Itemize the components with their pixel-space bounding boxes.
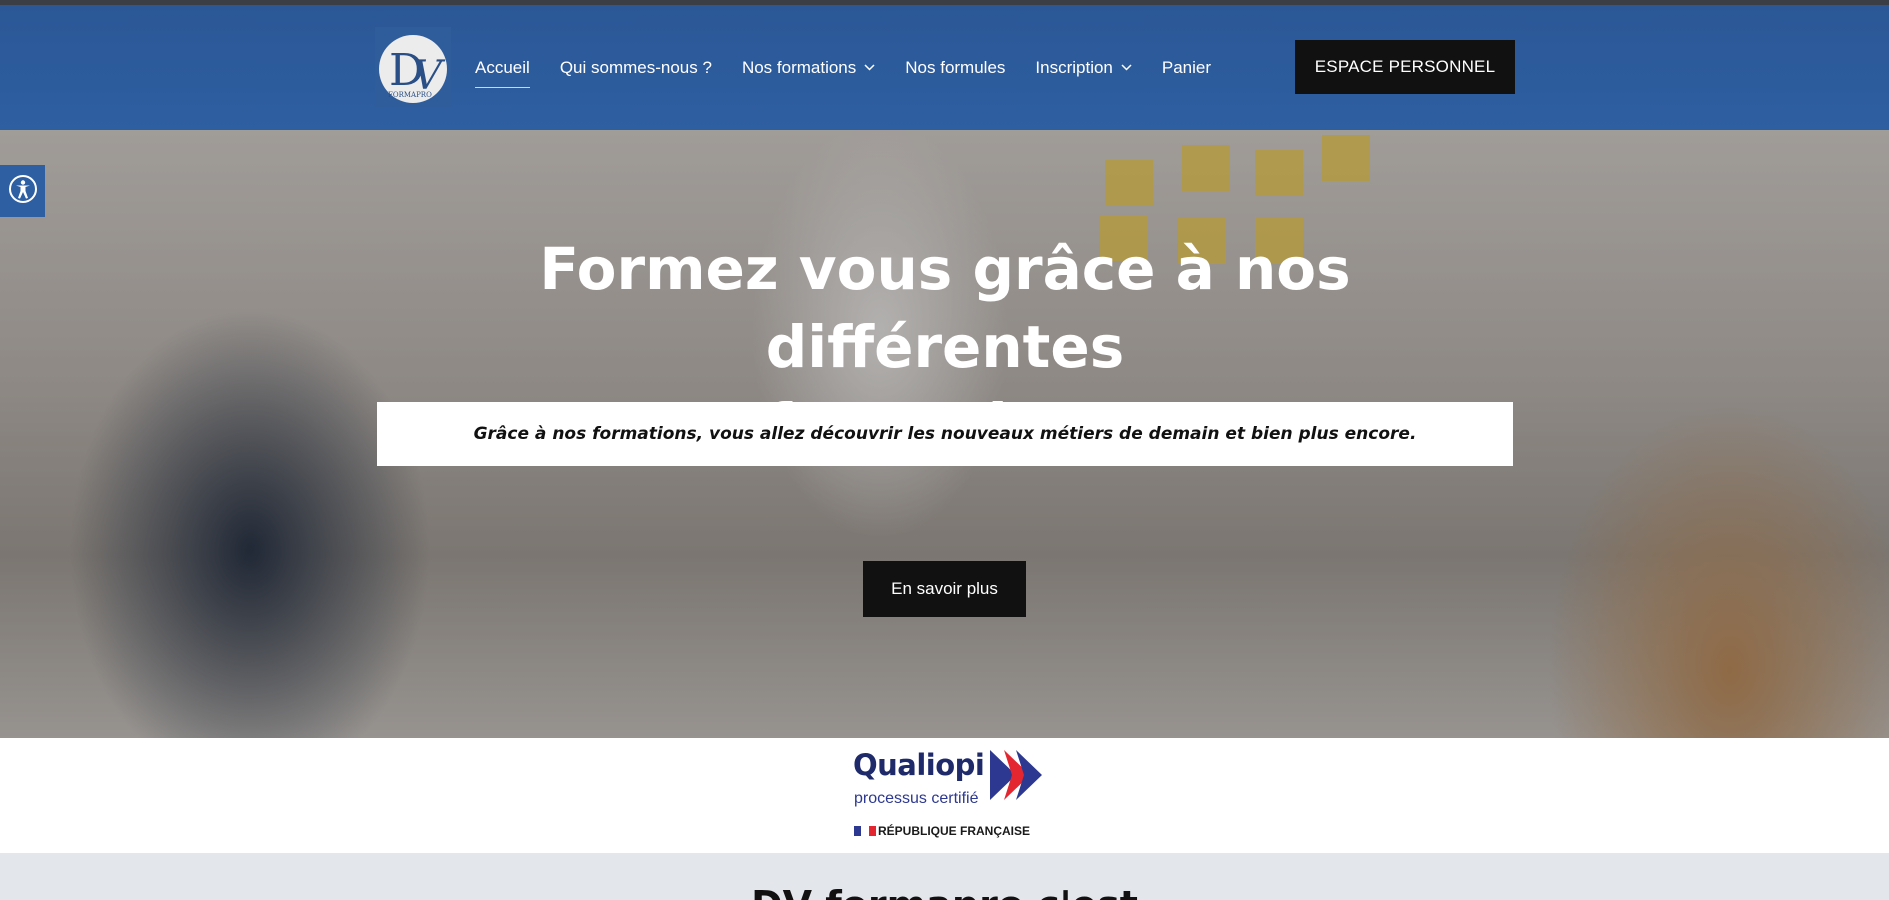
svg-text:FORMAPRO: FORMAPRO — [388, 91, 432, 99]
nav-label: Accueil — [475, 57, 530, 77]
qualiopi-tagline: processus certifié — [854, 790, 979, 807]
en-savoir-plus-button[interactable]: En savoir plus — [863, 561, 1026, 617]
accessibility-icon — [8, 174, 38, 209]
nav-nos-formules[interactable]: Nos formules — [905, 58, 1005, 78]
nav-label: Qui sommes-nous ? — [559, 57, 712, 77]
certification-band: Qualiopi processus certifié RÉPUBLIQUE F… — [0, 738, 1889, 853]
site-header: D V FORMAPRO Accueil Qui sommes-nous ? N… — [0, 5, 1889, 130]
qualiopi-title: Qualiopi — [853, 748, 985, 782]
nav-accueil[interactable]: Accueil — [475, 57, 530, 88]
qualiopi-issuer: RÉPUBLIQUE FRANÇAISE — [878, 824, 1031, 838]
nav-qui-sommes-nous[interactable]: Qui sommes-nous ? — [560, 58, 712, 78]
hero-title-line: Formez vous grâce à nos différentes — [539, 235, 1351, 381]
chevron-down-icon — [1121, 64, 1132, 71]
qualiopi-arrows-icon — [990, 750, 1042, 800]
accessibility-button[interactable] — [0, 165, 45, 217]
espace-personnel-button[interactable]: ESPACE PERSONNEL — [1295, 40, 1515, 94]
next-section-heading: DV formapro c'est — [0, 883, 1889, 900]
nav-label: Nos formules — [905, 57, 1006, 77]
nav-label: Inscription — [1035, 57, 1113, 77]
nav-nos-formations[interactable]: Nos formations — [742, 58, 875, 78]
nav-panier[interactable]: Panier — [1162, 58, 1211, 78]
hero-subtitle: Grâce à nos formations, vous allez décou… — [473, 424, 1417, 444]
nav-label: Nos formations — [741, 57, 857, 77]
french-flag-icon — [854, 826, 876, 836]
hero-section: Formez vous grâce à nos différentes form… — [0, 130, 1889, 738]
nav-label: Panier — [1161, 57, 1212, 77]
hero-subtitle-box: Grâce à nos formations, vous allez décou… — [377, 402, 1513, 466]
next-section: DV formapro c'est — [0, 853, 1889, 900]
nav-inscription[interactable]: Inscription — [1035, 57, 1132, 78]
chevron-down-icon — [864, 64, 875, 71]
main-nav: Accueil Qui sommes-nous ? Nos formations… — [475, 5, 1241, 130]
site-logo[interactable]: D V FORMAPRO — [375, 27, 451, 107]
qualiopi-logo: Qualiopi processus certifié RÉPUBLIQUE F… — [852, 748, 1042, 838]
